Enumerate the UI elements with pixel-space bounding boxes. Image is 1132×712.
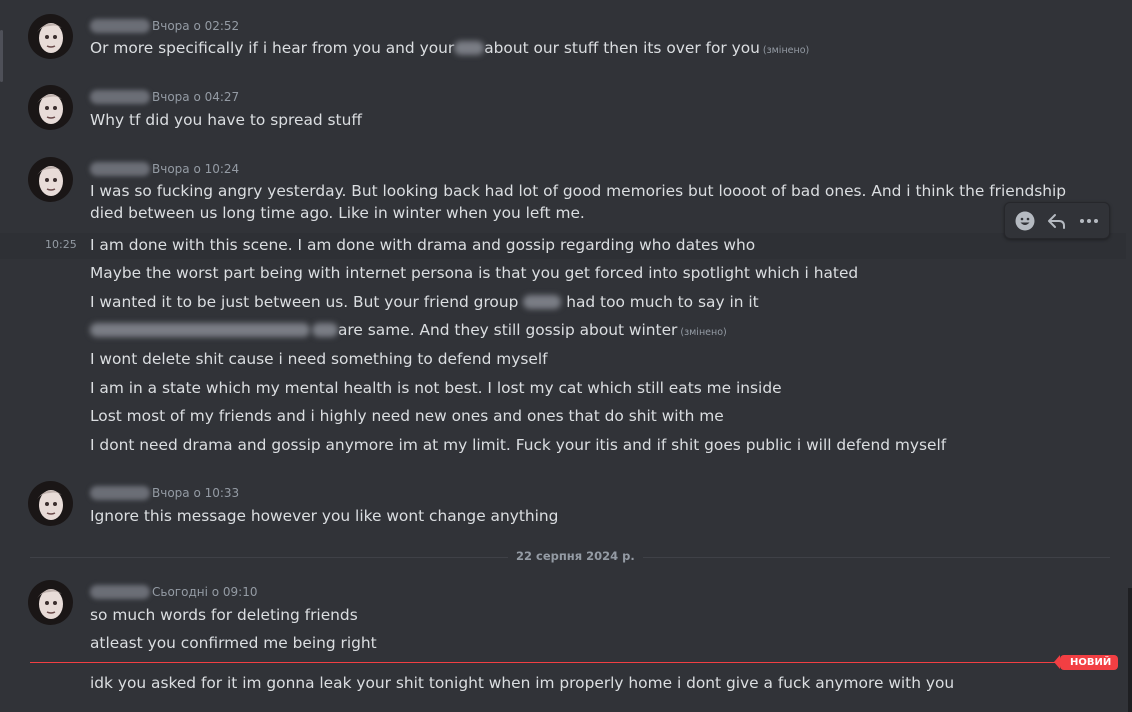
redacted-text xyxy=(523,295,562,309)
redacted-text xyxy=(454,41,485,55)
username-redacted[interactable] xyxy=(90,486,150,500)
reply-button[interactable] xyxy=(1043,207,1071,235)
message-text: I was so fucking angry yesterday. But lo… xyxy=(90,182,1067,222)
username-redacted[interactable] xyxy=(90,19,150,33)
redacted-text xyxy=(90,323,310,337)
scrollbar-track[interactable] xyxy=(1128,588,1132,712)
edited-label: (змінено) xyxy=(762,45,810,56)
new-messages-divider xyxy=(30,662,1080,663)
message-text: Maybe the worst part being with internet… xyxy=(90,264,859,282)
chat-messages-area: 10:25 Вчора о 02:52 Or more specifically… xyxy=(0,0,1132,712)
message-text: so much words for deleting friends xyxy=(90,606,358,624)
message-timestamp: Вчора о 10:24 xyxy=(152,162,240,176)
avatar[interactable] xyxy=(28,580,73,625)
avatar[interactable] xyxy=(28,85,73,130)
message-timestamp: Сьогодні о 09:10 xyxy=(152,585,258,599)
add-reaction-icon xyxy=(1015,211,1035,230)
new-messages-badge: НОВИЙ xyxy=(1053,655,1119,670)
message-text: are same. And they still gossip about wi… xyxy=(90,319,1112,344)
edited-label: (змінено) xyxy=(680,327,727,338)
message-text: idk you asked for it im gonna leak your … xyxy=(90,674,955,692)
message-text: Ignore this message however you like won… xyxy=(90,507,559,525)
more-options-button[interactable] xyxy=(1075,207,1103,235)
message-timestamp: Вчора о 02:52 xyxy=(152,19,240,33)
date-divider-label: 22 серпня 2024 р. xyxy=(508,549,643,563)
message-text: Or more specifically if i hear from you … xyxy=(90,39,810,57)
redacted-text xyxy=(312,323,338,337)
message-text: I wont delete shit cause i need somethin… xyxy=(90,350,548,368)
message-toolbar xyxy=(1004,202,1110,239)
message-text: Why tf did you have to spread stuff xyxy=(90,111,362,129)
scroll-indicator[interactable] xyxy=(0,30,3,82)
message-text: I dont need drama and gossip anymore im … xyxy=(90,436,947,454)
username-redacted[interactable] xyxy=(90,90,150,104)
message-text: atleast you confirmed me being right xyxy=(90,634,377,652)
reply-icon xyxy=(1048,213,1065,229)
avatar[interactable] xyxy=(28,14,73,59)
avatar[interactable] xyxy=(28,157,73,202)
username-redacted[interactable] xyxy=(90,585,150,599)
message-timestamp: Вчора о 04:27 xyxy=(152,90,240,104)
username-redacted[interactable] xyxy=(90,162,150,176)
message-text: I wanted it to be just between us. But y… xyxy=(90,293,759,311)
add-reaction-button[interactable] xyxy=(1011,207,1039,235)
message-timestamp: Вчора о 10:33 xyxy=(152,486,240,500)
more-options-icon xyxy=(1080,218,1098,223)
avatar[interactable] xyxy=(28,481,73,526)
hover-timestamp: 10:25 xyxy=(45,238,77,251)
message-text: Lost most of my friends and i highly nee… xyxy=(90,407,724,425)
message-text: I am in a state which my mental health i… xyxy=(90,379,782,397)
message-text: I am done with this scene. I am done wit… xyxy=(90,236,756,254)
